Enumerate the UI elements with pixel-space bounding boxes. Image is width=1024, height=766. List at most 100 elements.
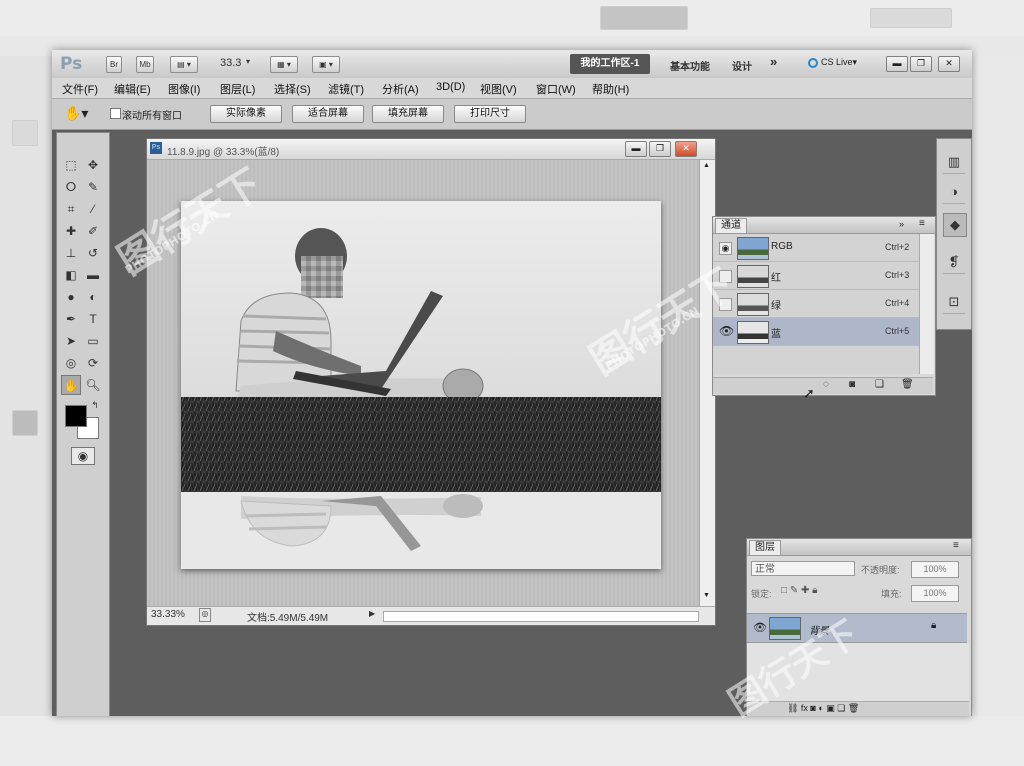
menu-filter[interactable]: 滤镜(T): [328, 81, 364, 97]
adjustments-icon[interactable]: ◑: [943, 181, 965, 204]
lasso-tool-icon[interactable]: ⵔ: [61, 177, 81, 197]
menu-window[interactable]: 窗口(W): [536, 81, 576, 97]
menu-file[interactable]: 文件(F): [62, 81, 98, 97]
path-select-tool-icon[interactable]: ➤: [61, 331, 81, 351]
cslive-button[interactable]: CS Live▾: [808, 57, 857, 68]
channel-thumbnail: [737, 237, 769, 260]
minimize-icon[interactable]: ▬: [886, 56, 908, 72]
layers-tab[interactable]: 图层: [749, 540, 781, 555]
swap-colors-icon[interactable]: ↰: [85, 395, 105, 415]
menu-select[interactable]: 选择(S): [274, 81, 311, 97]
quick-mask-icon[interactable]: ◉: [71, 447, 95, 465]
eraser-tool-icon[interactable]: ◧: [61, 265, 81, 285]
lock-icons[interactable]: □ ✎ ✚ 🔒︎: [781, 585, 817, 596]
status-menu-arrow-icon[interactable]: ▶: [369, 609, 375, 618]
actual-pixels-button[interactable]: 实际像素: [210, 105, 282, 123]
doc-minimize-icon[interactable]: ▬: [625, 141, 647, 157]
save-selection-icon[interactable]: ◙: [849, 379, 855, 390]
delete-channel-icon[interactable]: 🗑︎: [901, 379, 914, 390]
menu-image[interactable]: 图像(I): [168, 81, 200, 97]
foreground-color-swatch[interactable]: [65, 405, 87, 427]
visibility-eye-icon[interactable]: ◉: [719, 242, 732, 255]
masks-icon[interactable]: ⊡: [943, 291, 965, 314]
load-selection-icon[interactable]: ◌: [823, 379, 829, 390]
channel-row-green[interactable]: 绿 Ctrl+4: [713, 290, 919, 318]
channel-row-red[interactable]: 红 Ctrl+3: [713, 262, 919, 290]
zoom-dropdown-icon[interactable]: ▾: [246, 57, 250, 66]
fill-screen-button[interactable]: 填充屏幕: [372, 105, 444, 123]
menu-layer[interactable]: 图层(L): [220, 81, 255, 97]
doc-restore-icon[interactable]: ❐: [649, 141, 671, 157]
shape-tool-icon[interactable]: ▭: [83, 331, 103, 351]
hand-tool-icon[interactable]: ✋: [61, 375, 81, 395]
styles-icon[interactable]: ❡: [943, 251, 965, 274]
dodge-tool-icon[interactable]: ◐: [83, 287, 103, 307]
layers-panel: 图层 ≡ 正常 不透明度: 100% 锁定: □ ✎ ✚ 🔒︎ 填充: 100%…: [746, 538, 972, 716]
opacity-field[interactable]: 100%: [911, 561, 959, 578]
scroll-all-windows-checkbox[interactable]: [110, 108, 121, 119]
panel-menu-icon[interactable]: ≡: [953, 540, 959, 551]
move-tool-icon[interactable]: ✥: [83, 155, 103, 175]
restore-icon[interactable]: ❐: [910, 56, 932, 72]
eyedropper-tool-icon[interactable]: ⁄: [83, 199, 103, 219]
visibility-eye-icon[interactable]: [719, 298, 732, 311]
channels-scrollbar[interactable]: [919, 234, 934, 374]
layer-row-background[interactable]: 👁︎ 背景 🔒︎: [747, 613, 967, 643]
bridge-icon[interactable]: Br: [106, 56, 122, 73]
fill-field[interactable]: 100%: [911, 585, 959, 602]
history-brush-tool-icon[interactable]: ↺: [83, 243, 103, 263]
photo-canvas[interactable]: [181, 201, 661, 569]
menu-view[interactable]: 视图(V): [480, 81, 517, 97]
status-icon[interactable]: ◎: [199, 608, 211, 622]
layer-actions-icons[interactable]: ⛓ fx ◙ ◐ ▣ ❏ 🗑︎: [787, 703, 859, 714]
more-workspaces-icon[interactable]: »: [770, 54, 777, 69]
menu-analysis[interactable]: 分析(A): [382, 81, 419, 97]
status-zoom[interactable]: 33.33%: [151, 609, 185, 620]
visibility-eye-icon[interactable]: [719, 270, 732, 283]
type-tool-icon[interactable]: T: [83, 309, 103, 329]
blur-tool-icon[interactable]: ●: [61, 287, 81, 307]
clone-stamp-tool-icon[interactable]: ⊥: [61, 243, 81, 263]
workspace-design-button[interactable]: 设计: [732, 58, 752, 73]
marquee-tool-icon[interactable]: ⬚: [61, 155, 81, 175]
hand-tool-preset-icon[interactable]: ✋▾: [64, 105, 88, 122]
channels-tab[interactable]: 通道: [715, 218, 747, 233]
panel-menu-icon[interactable]: ≡: [919, 218, 925, 229]
fit-screen-button[interactable]: 适合屏幕: [292, 105, 364, 123]
menu-help[interactable]: 帮助(H): [592, 81, 629, 97]
quick-select-tool-icon[interactable]: ✎: [83, 177, 103, 197]
crop-tool-icon[interactable]: ⌗: [61, 199, 81, 219]
3d-icon[interactable]: ◆: [943, 213, 967, 237]
print-size-button[interactable]: 打印尺寸: [454, 105, 526, 123]
zoom-level[interactable]: 33.3: [220, 57, 241, 69]
channel-row-rgb[interactable]: ◉ RGB Ctrl+2: [713, 234, 919, 262]
workspace-basic-button[interactable]: 基本功能: [670, 58, 710, 73]
blend-mode-select[interactable]: 正常: [751, 561, 855, 576]
healing-brush-tool-icon[interactable]: ✚: [61, 221, 81, 241]
close-icon[interactable]: ✕: [938, 56, 960, 72]
new-channel-icon[interactable]: ❏: [875, 379, 884, 390]
histogram-icon[interactable]: ▥: [943, 151, 965, 174]
3d-rotate-tool-icon[interactable]: ◎: [61, 353, 81, 373]
arrange-documents-icon[interactable]: ▦ ▾: [270, 56, 298, 73]
gradient-tool-icon[interactable]: ▬: [83, 265, 103, 285]
visibility-eye-icon[interactable]: 👁︎: [753, 621, 767, 634]
doc-close-icon[interactable]: ✕: [675, 141, 697, 157]
scroll-down-icon[interactable]: ▼: [703, 592, 710, 599]
view-extras-icon[interactable]: ▤ ▾: [170, 56, 198, 73]
pen-tool-icon[interactable]: ✒: [61, 309, 81, 329]
menu-3d[interactable]: 3D(D): [436, 81, 465, 93]
visibility-eye-icon[interactable]: 👁︎: [719, 325, 734, 337]
menu-edit[interactable]: 编辑(E): [114, 81, 151, 97]
channel-row-blue[interactable]: 👁︎ 蓝 Ctrl+5: [713, 318, 919, 346]
workspace-active-button[interactable]: 我的工作区-1: [570, 54, 650, 74]
zoom-tool-icon[interactable]: 🔍︎: [83, 375, 103, 395]
scroll-up-icon[interactable]: ▲: [703, 162, 710, 169]
mini-bridge-icon[interactable]: Mb: [136, 56, 154, 73]
collapse-panel-icon[interactable]: »: [899, 219, 904, 229]
brush-tool-icon[interactable]: ✐: [83, 221, 103, 241]
3d-orbit-tool-icon[interactable]: ⟳: [83, 353, 103, 373]
canvas-area[interactable]: [147, 160, 699, 606]
screen-mode-icon[interactable]: ▣ ▾: [312, 56, 340, 73]
horizontal-scrollbar[interactable]: [383, 611, 699, 622]
